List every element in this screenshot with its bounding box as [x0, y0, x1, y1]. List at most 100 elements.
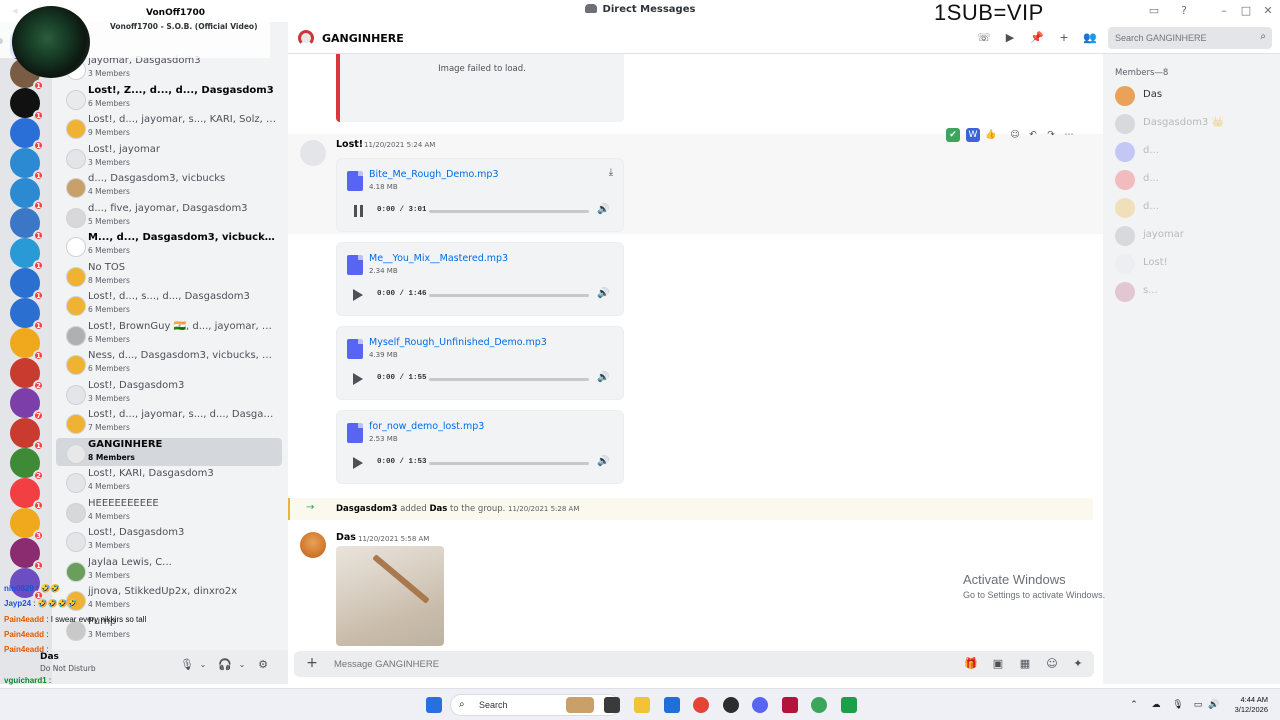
- audio-progress-bar[interactable]: [429, 378, 589, 381]
- server-icon[interactable]: 2: [10, 358, 44, 391]
- dm-item[interactable]: HEEEEEEEEEE 4 Members: [56, 497, 282, 525]
- server-icon[interactable]: 3: [10, 508, 44, 541]
- task-view-icon[interactable]: [604, 697, 620, 713]
- screen-share-icon[interactable]: ▭: [1146, 3, 1162, 19]
- system-actor[interactable]: Dasgasdom3: [336, 504, 397, 514]
- avatar[interactable]: [300, 140, 326, 166]
- chevron-up-icon[interactable]: ⌃: [1128, 699, 1140, 711]
- dm-item[interactable]: Lost!, Dasgasdom3 3 Members: [56, 526, 282, 554]
- file-name-link[interactable]: Me__You_Mix__Mastered.mp3: [369, 253, 508, 264]
- member-item[interactable]: d...: [1113, 168, 1273, 192]
- add-friends-icon[interactable]: +: [1057, 31, 1071, 45]
- server-icon[interactable]: 1: [10, 298, 44, 331]
- headphones-icon[interactable]: 🎧: [218, 658, 232, 672]
- member-item[interactable]: Das: [1113, 84, 1273, 108]
- server-icon[interactable]: 1: [10, 538, 44, 571]
- reaction-check-icon[interactable]: ✔: [946, 128, 960, 142]
- dm-item[interactable]: d..., five, jayomar, Dasgasdom3 5 Members: [56, 202, 282, 230]
- discord-taskbar-icon[interactable]: [752, 697, 768, 713]
- file-name-link[interactable]: for_now_demo_lost.mp3: [369, 421, 484, 432]
- forward-icon[interactable]: ↷: [1044, 128, 1058, 142]
- pause-icon[interactable]: [353, 205, 365, 217]
- gift-icon[interactable]: 🎁: [964, 657, 978, 671]
- reaction-w-icon[interactable]: W: [966, 128, 980, 142]
- volume-icon[interactable]: 🔊: [597, 456, 609, 468]
- server-icon[interactable]: 1: [10, 118, 44, 151]
- help-icon[interactable]: ?: [1176, 3, 1192, 19]
- message-author[interactable]: Lost!: [336, 139, 363, 150]
- server-icon[interactable]: 1: [10, 268, 44, 301]
- chrome-alt-icon[interactable]: [811, 697, 827, 713]
- reaction-thumbs-up-icon[interactable]: 👍: [984, 128, 998, 142]
- volume-icon[interactable]: 🔊: [1208, 699, 1220, 711]
- file-name-link[interactable]: Myself_Rough_Unfinished_Demo.mp3: [369, 337, 547, 348]
- dm-item[interactable]: Lost!, Dasgasdom3 3 Members: [56, 379, 282, 407]
- server-icon[interactable]: 1: [10, 568, 44, 601]
- member-item[interactable]: d...: [1113, 140, 1273, 164]
- member-item[interactable]: s...: [1113, 280, 1273, 304]
- server-icon[interactable]: 1: [10, 328, 44, 361]
- gear-icon[interactable]: ⚙: [256, 658, 270, 672]
- file-name-link[interactable]: Bite_Me_Rough_Demo.mp3: [369, 169, 498, 180]
- add-attachment-icon[interactable]: +: [304, 655, 320, 671]
- member-item[interactable]: jayomar: [1113, 224, 1273, 248]
- server-icon[interactable]: 7: [10, 388, 44, 421]
- members-list-icon[interactable]: 👥: [1083, 31, 1097, 45]
- dm-item[interactable]: jayomar, Dasgasdom3 3 Members: [56, 54, 282, 82]
- server-icon[interactable]: 1: [10, 208, 44, 241]
- server-icon[interactable]: 1: [10, 238, 44, 271]
- volume-icon[interactable]: 🔊: [597, 204, 609, 216]
- dm-item[interactable]: No TOS 8 Members: [56, 261, 282, 289]
- gif-icon[interactable]: ▣: [991, 657, 1005, 671]
- cloud-icon[interactable]: ☁: [1150, 699, 1162, 711]
- server-icon[interactable]: 1: [10, 88, 44, 121]
- member-item[interactable]: Dasgasdom3 👑: [1113, 112, 1273, 136]
- server-icon[interactable]: 1: [10, 178, 44, 211]
- minimize-button[interactable]: –: [1216, 3, 1232, 19]
- message-input[interactable]: [334, 653, 934, 675]
- emoji-icon[interactable]: ☺: [1045, 657, 1059, 671]
- video-call-icon[interactable]: ▶: [1003, 31, 1017, 45]
- member-item[interactable]: d...: [1113, 196, 1273, 220]
- member-item[interactable]: Lost!: [1113, 252, 1273, 276]
- maximize-button[interactable]: □: [1238, 3, 1254, 19]
- audio-progress-bar[interactable]: [429, 210, 589, 213]
- download-icon[interactable]: ⤓: [605, 167, 617, 179]
- more-options-icon[interactable]: ⋯: [1062, 128, 1076, 142]
- dm-item[interactable]: Jaylaa Lewis, C... 3 Members: [56, 556, 282, 584]
- image-attachment[interactable]: [336, 546, 444, 646]
- dm-item[interactable]: Lost!, jayomar 3 Members: [56, 143, 282, 171]
- dm-item[interactable]: Lost!, BrownGuy 🇮🇳, d..., jayomar, Dasg.…: [56, 320, 282, 348]
- file-explorer-icon[interactable]: [634, 697, 650, 713]
- system-target[interactable]: Das: [429, 504, 447, 514]
- audio-progress-bar[interactable]: [429, 462, 589, 465]
- reply-icon[interactable]: ↶: [1026, 128, 1040, 142]
- chevron-down-icon[interactable]: ⌄: [196, 658, 210, 672]
- dm-item[interactable]: jjnova, StikkedUp2x, dinxro2x 4 Members: [56, 585, 282, 613]
- microphone-icon[interactable]: 🎙: [180, 658, 194, 672]
- dm-item[interactable]: d..., Dasgasdom3, vicbucks 4 Members: [56, 172, 282, 200]
- message-author[interactable]: Das: [336, 532, 356, 543]
- play-icon[interactable]: [353, 373, 363, 385]
- server-icon[interactable]: 1: [10, 418, 44, 451]
- dm-item[interactable]: GANGINHERE 8 Members: [56, 437, 282, 466]
- avatar[interactable]: [300, 532, 326, 558]
- clock[interactable]: 4:44 AM 3/12/2026: [1222, 695, 1268, 715]
- chevron-down-icon[interactable]: ⌄: [235, 658, 249, 672]
- dm-item[interactable]: Lost!, d..., jayomar, s..., d..., Dasgas…: [56, 408, 282, 436]
- xbox-icon[interactable]: [841, 697, 857, 713]
- add-reaction-icon[interactable]: ☺: [1008, 128, 1022, 142]
- chrome-icon[interactable]: [693, 697, 709, 713]
- search-box[interactable]: ⌕: [1108, 27, 1272, 49]
- taskbar-search[interactable]: ⌕ Search: [450, 694, 620, 716]
- close-button[interactable]: ✕: [1260, 3, 1276, 19]
- server-icon[interactable]: 1: [10, 478, 44, 511]
- sticker-icon[interactable]: ▦: [1018, 657, 1032, 671]
- dm-item[interactable]: M..., d..., Dasgasdom3, vicbucks, lilbun…: [56, 231, 282, 259]
- start-button[interactable]: [426, 697, 442, 713]
- store-icon[interactable]: [664, 697, 680, 713]
- microphone-icon[interactable]: 🎙: [1172, 699, 1184, 711]
- play-icon[interactable]: [353, 289, 363, 301]
- phone-call-icon[interactable]: ☏: [977, 31, 991, 45]
- display-icon[interactable]: ▭: [1192, 699, 1204, 711]
